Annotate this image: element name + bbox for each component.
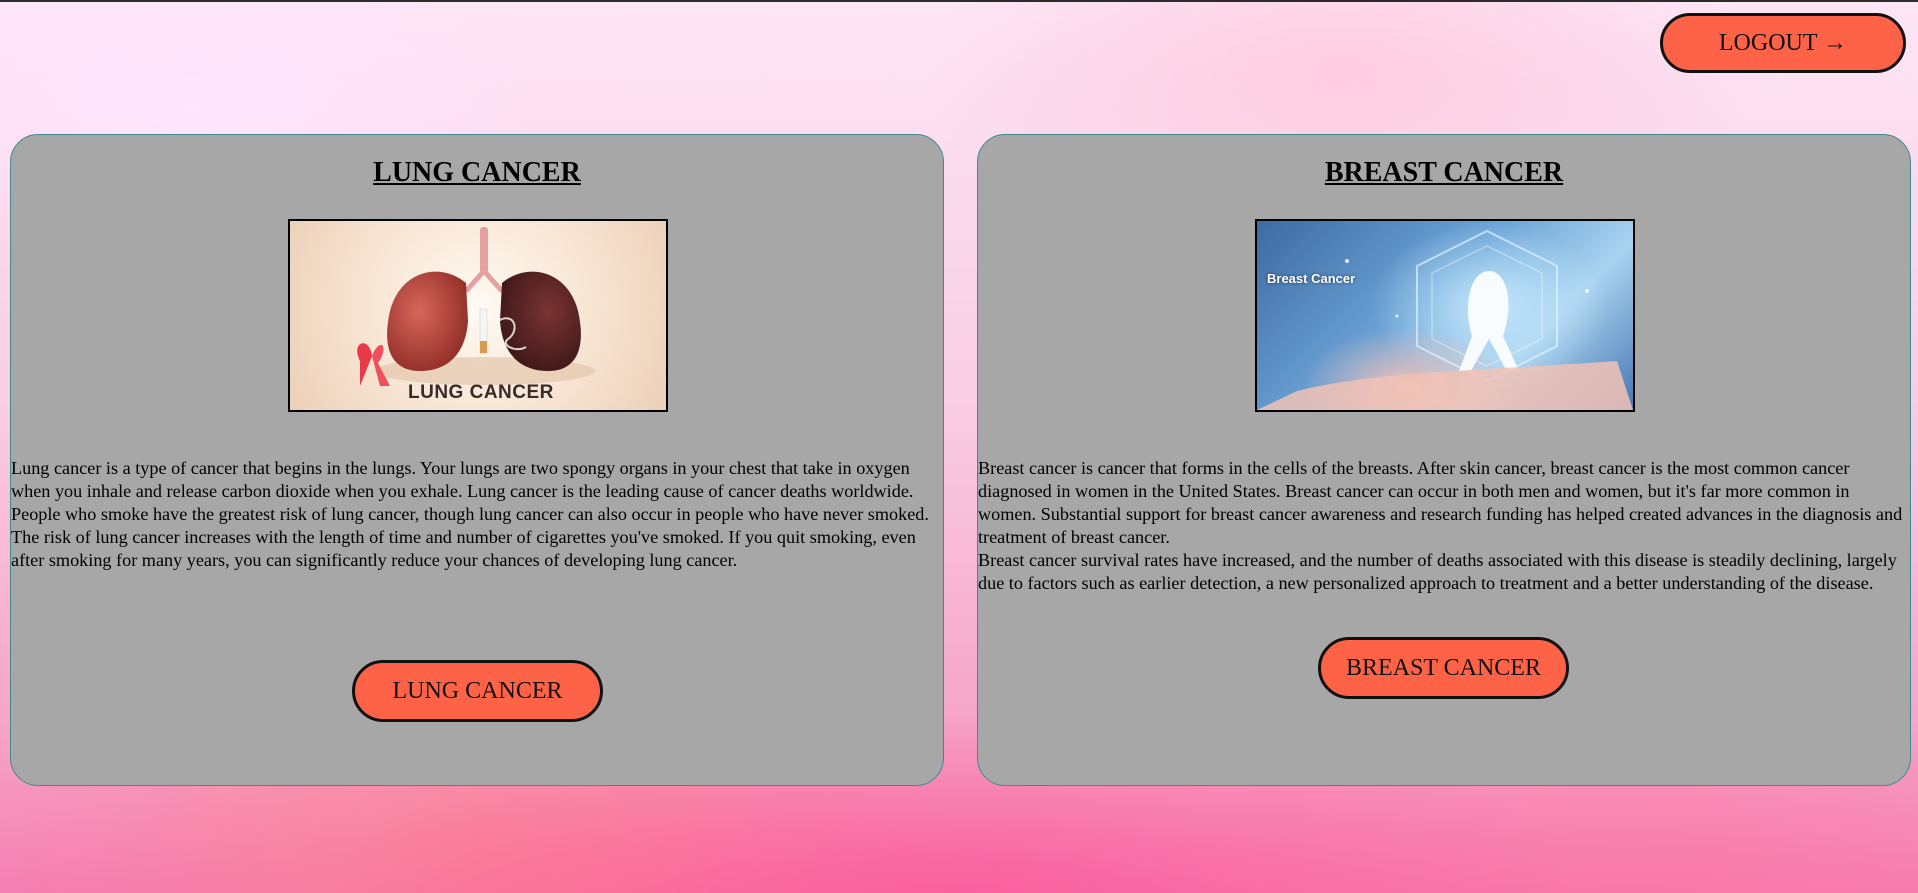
breast-cancer-image: Breast Cancer [1255, 219, 1635, 412]
breast-cancer-card: BREAST CANCER Breast Cancer Breast cance… [977, 134, 1911, 786]
breast-paragraph-2: Breast cancer survival rates have increa… [978, 550, 1897, 593]
breast-paragraph-1: Breast cancer is cancer that forms in th… [978, 458, 1903, 547]
lung-cancer-card: LUNG CANCER LUNG CANCER Lung cancer is a… [10, 134, 944, 786]
lung-paragraph-2: The risk of lung cancer increases with t… [11, 527, 916, 570]
lung-paragraph-1: Lung cancer is a type of cancer that beg… [11, 458, 929, 524]
lung-cancer-title: LUNG CANCER [373, 157, 581, 188]
breast-cancer-description: Breast cancer is cancer that forms in th… [978, 457, 1910, 595]
logout-button[interactable]: LOGOUT → [1660, 13, 1906, 73]
ribbon-illustration [1257, 229, 1633, 410]
breast-cancer-title: BREAST CANCER [1324, 157, 1564, 188]
lung-image-caption: LUNG CANCER [408, 382, 554, 403]
lung-cancer-description: Lung cancer is a type of cancer that beg… [11, 457, 943, 572]
lung-cancer-image: LUNG CANCER [288, 219, 668, 412]
breast-cancer-button[interactable]: BREAST CANCER [1318, 637, 1569, 699]
breast-image-caption: Breast Cancer [1267, 271, 1356, 286]
lung-cancer-button[interactable]: LUNG CANCER [352, 660, 603, 722]
